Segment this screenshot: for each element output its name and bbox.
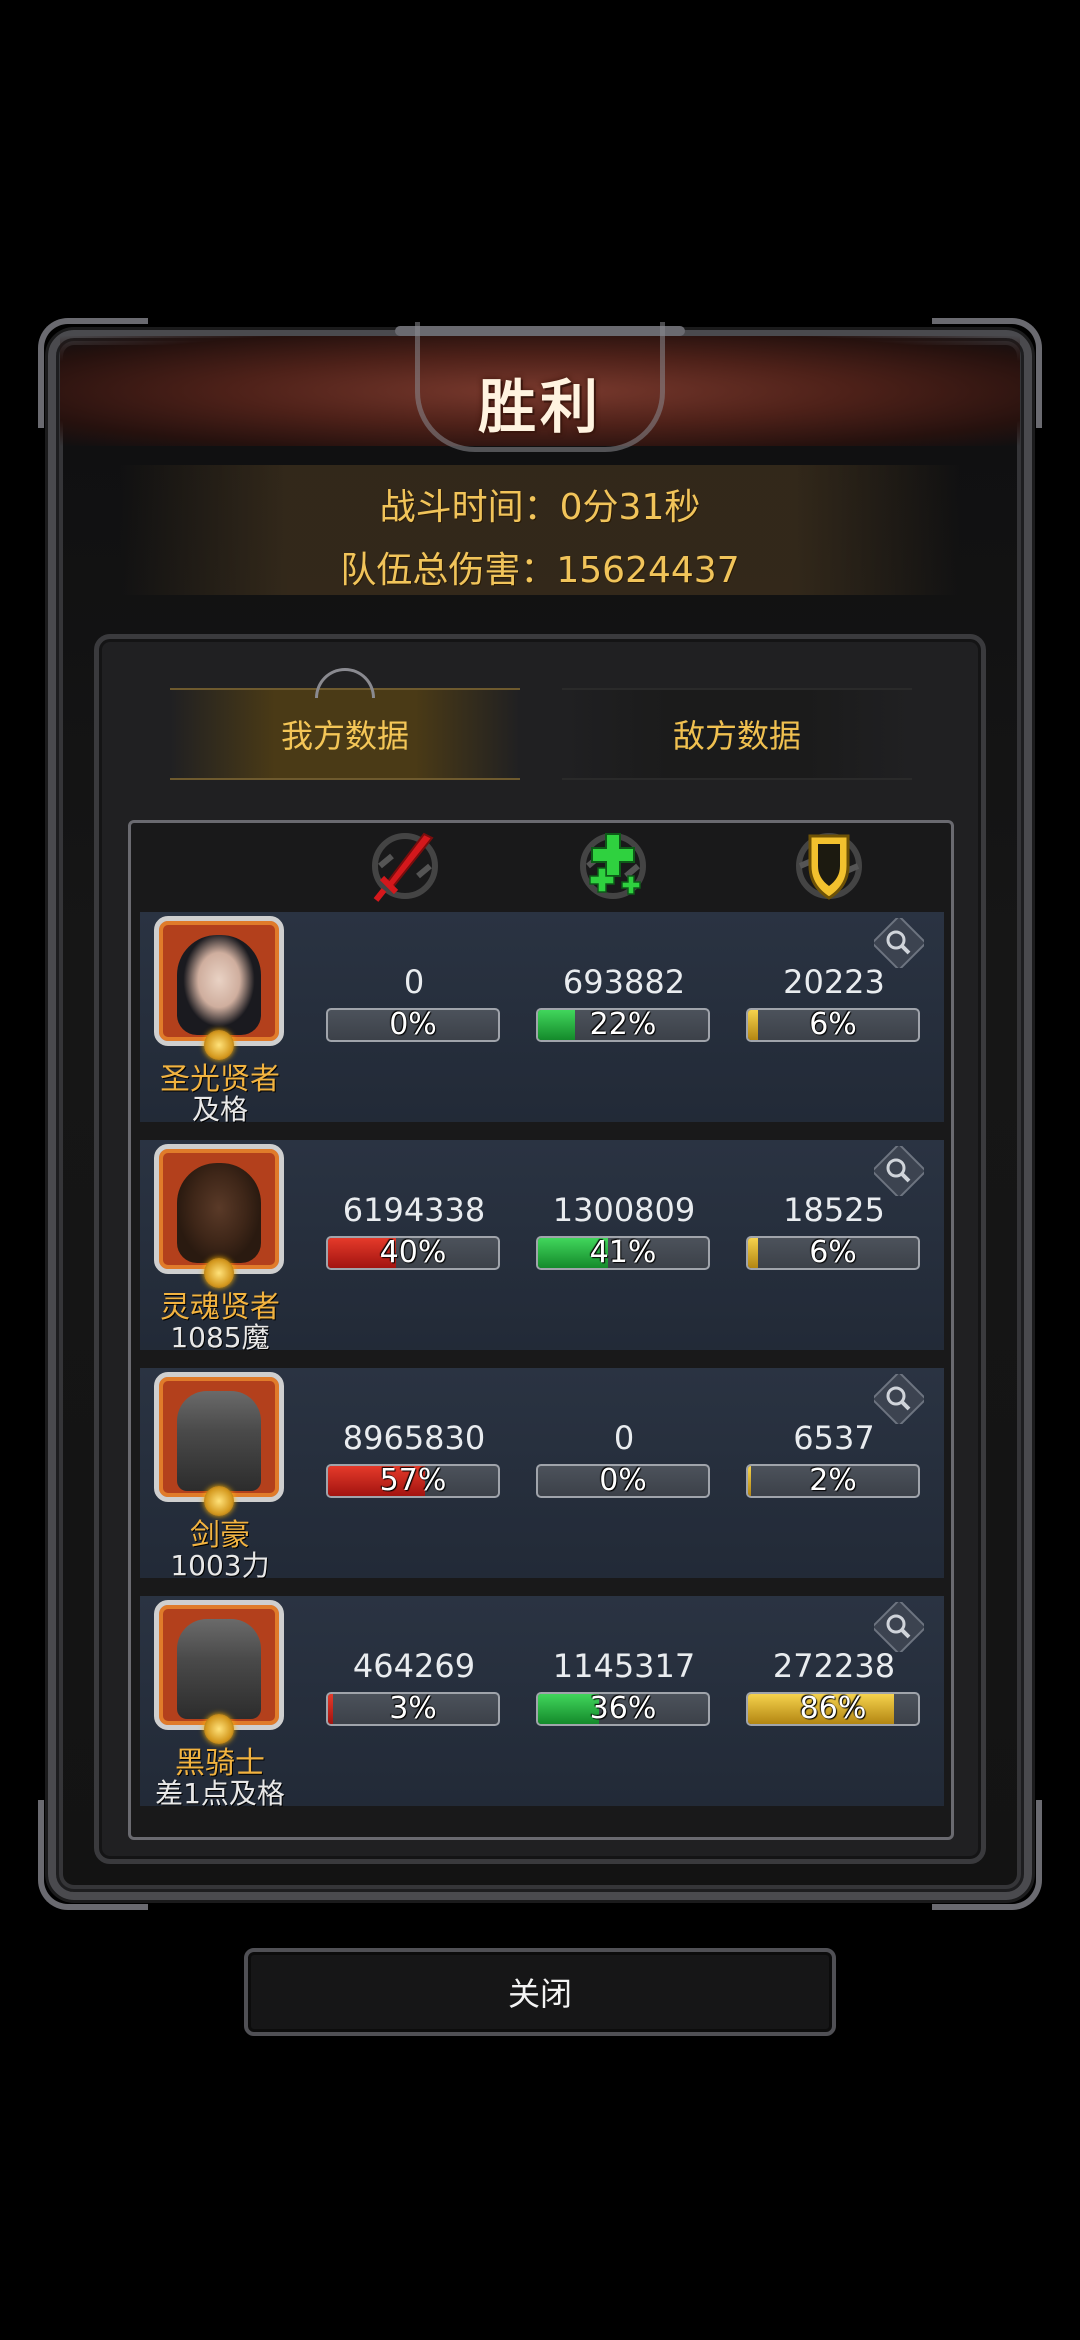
hero-rating: 1085魔 [170, 1321, 270, 1354]
tank-bar: 86% [746, 1692, 920, 1726]
damage-value: 6194338 [342, 1191, 486, 1229]
heal-value: 693882 [562, 963, 686, 1001]
hero-portrait[interactable] [154, 1372, 284, 1502]
hero-row: 剑豪 1003力 8965830 57% 0 0% 6537 2% [140, 1368, 944, 1582]
tank-value: 20223 [783, 963, 885, 1001]
tank-value: 6537 [793, 1419, 875, 1457]
battle-result-screen: 胜利 战斗时间：0分31秒 队伍总伤害：15624437 我方数据 敌方数据 圣… [0, 0, 1080, 2340]
hero-row: 灵魂贤者 1085魔 6194338 40% 1300809 41% 18525… [140, 1140, 944, 1354]
heal-value: 0 [613, 1419, 635, 1457]
damage-percent: 57% [379, 1464, 447, 1498]
hero-rating: 差1点及格 [155, 1777, 285, 1810]
tank-percent: 6% [809, 1008, 857, 1042]
tank-value: 272238 [772, 1647, 896, 1685]
tank-percent: 86% [799, 1692, 867, 1726]
damage-bar: 57% [326, 1464, 500, 1498]
damage-value: 464269 [352, 1647, 476, 1685]
heal-stat: 693882 22% [536, 962, 712, 1042]
heal-bar: 22% [536, 1008, 710, 1042]
damage-percent: 40% [379, 1236, 447, 1270]
damage-percent: 3% [389, 1692, 437, 1726]
victory-title: 胜利 [477, 373, 602, 441]
magnifier-icon[interactable] [874, 1146, 924, 1196]
tank-bar: 2% [746, 1464, 920, 1498]
heal-stat: 0 0% [536, 1418, 712, 1498]
damage-stat: 6194338 40% [326, 1190, 502, 1270]
damage-value: 0 [403, 963, 425, 1001]
heal-percent: 36% [589, 1692, 657, 1726]
damage-stat: 8965830 57% [326, 1418, 502, 1498]
shield-icon [796, 833, 862, 900]
tank-stat: 18525 6% [746, 1190, 922, 1270]
heal-percent: 22% [589, 1008, 657, 1042]
hero-portrait[interactable] [154, 1600, 284, 1730]
hero-portrait[interactable] [154, 916, 284, 1046]
heal-value: 1145317 [552, 1647, 696, 1685]
hero-rating: 及格 [191, 1093, 248, 1126]
close-button[interactable]: 关闭 [244, 1948, 836, 2036]
hero-row: 圣光贤者 及格 0 0% 693882 22% 20223 6% [140, 912, 944, 1126]
damage-bar: 40% [326, 1236, 500, 1270]
damage-stat: 464269 3% [326, 1646, 502, 1726]
heal-bar: 41% [536, 1236, 710, 1270]
damage-percent: 0% [389, 1008, 437, 1042]
tab-enemy-data[interactable]: 敌方数据 [562, 688, 912, 780]
magnifier-icon[interactable] [874, 918, 924, 968]
damage-bar: 3% [326, 1692, 500, 1726]
battle-time: 战斗时间：0分31秒 [379, 487, 701, 528]
team-total-damage: 队伍总伤害：15624437 [340, 550, 740, 591]
damage-stat: 0 0% [326, 962, 502, 1042]
tank-bar: 6% [746, 1236, 920, 1270]
sword-icon [372, 832, 438, 902]
heal-stat: 1145317 36% [536, 1646, 712, 1726]
tank-bar: 6% [746, 1008, 920, 1042]
tab-our-data[interactable]: 我方数据 [170, 688, 520, 780]
hero-rating: 1003力 [170, 1549, 270, 1582]
hero-portrait[interactable] [154, 1144, 284, 1274]
tank-stat: 6537 2% [746, 1418, 922, 1498]
tank-stat: 272238 86% [746, 1646, 922, 1726]
heal-percent: 41% [589, 1236, 657, 1270]
hero-row: 黑骑士 差1点及格 464269 3% 1145317 36% 272238 8… [140, 1596, 944, 1810]
heal-bar: 0% [536, 1464, 710, 1498]
magnifier-icon[interactable] [874, 1374, 924, 1424]
tank-percent: 2% [809, 1464, 857, 1498]
tank-value: 18525 [783, 1191, 885, 1229]
heal-value: 1300809 [552, 1191, 696, 1229]
damage-value: 8965830 [342, 1419, 486, 1457]
heal-percent: 0% [599, 1464, 647, 1498]
heal-bar: 36% [536, 1692, 710, 1726]
damage-bar: 0% [326, 1008, 500, 1042]
heal-stat: 1300809 41% [536, 1190, 712, 1270]
heal-cross-icon [580, 833, 646, 899]
tank-percent: 6% [809, 1236, 857, 1270]
tank-stat: 20223 6% [746, 962, 922, 1042]
magnifier-icon[interactable] [874, 1602, 924, 1652]
